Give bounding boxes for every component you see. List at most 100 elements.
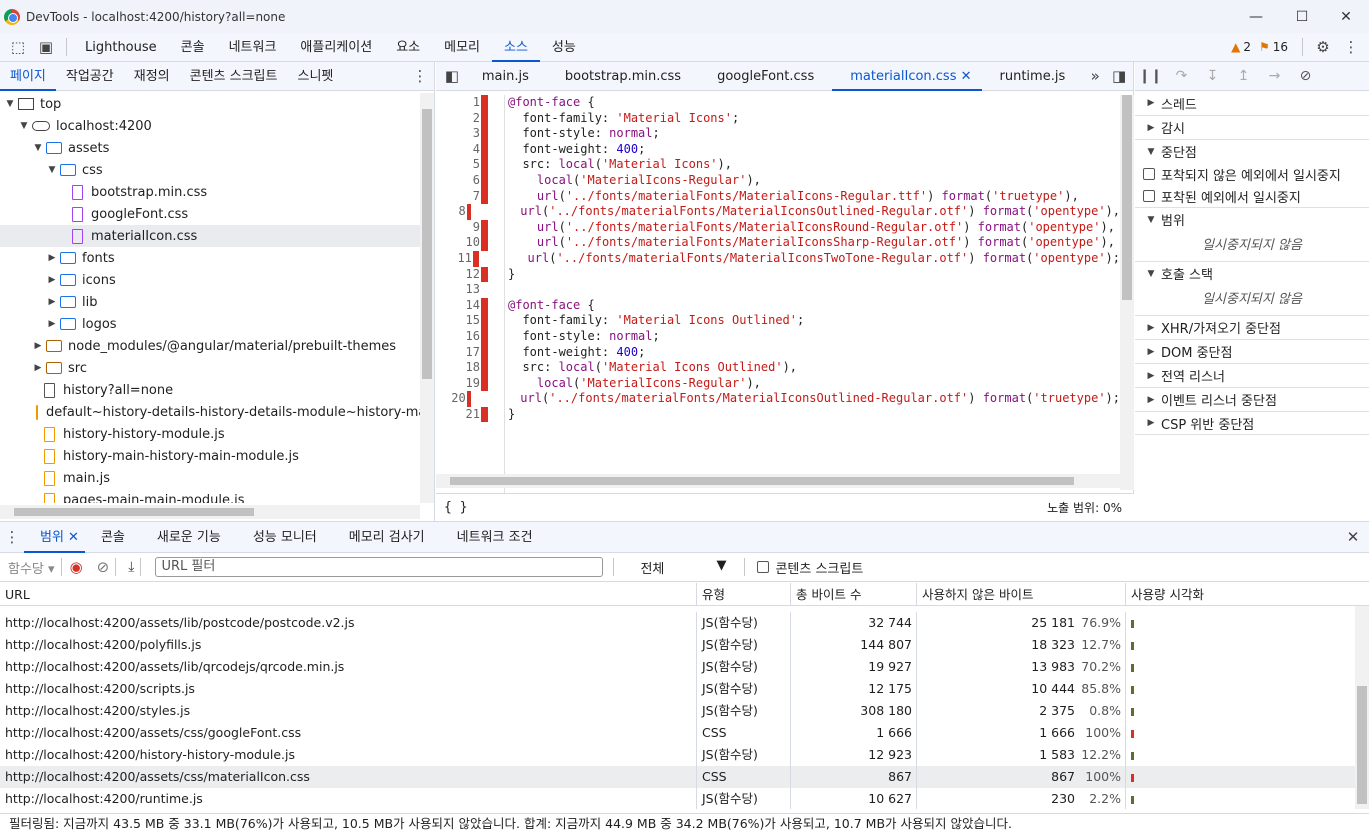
main-tab[interactable]: 애플리케이션 — [288, 33, 384, 62]
vertical-scrollbar[interactable] — [420, 93, 434, 503]
main-tab[interactable]: 요소 — [384, 33, 432, 62]
tree-item[interactable]: main.js — [0, 467, 420, 489]
chevron-down-icon[interactable]: ▼ — [18, 121, 30, 131]
step-icon[interactable]: → — [1259, 68, 1290, 84]
tree-item[interactable]: history?all=none — [0, 379, 420, 401]
tree-item[interactable]: ▼ css — [0, 159, 420, 181]
issues-badge[interactable]: ⚑ 16 — [1259, 40, 1288, 54]
breakpoints-section[interactable]: ▼ 중단점 — [1135, 139, 1369, 163]
dom-breakpoints-section[interactable]: ▶ DOM 중단점 — [1135, 339, 1369, 363]
close-tab-icon[interactable]: ✕ — [64, 530, 79, 545]
more-tabs-icon[interactable]: ⋮ — [406, 62, 434, 90]
tree-item[interactable]: bootstrap.min.css — [0, 181, 420, 203]
tree-item[interactable]: ▶ logos — [0, 313, 420, 335]
csp-breakpoints-section[interactable]: ▶ CSP 위반 중단점 — [1135, 411, 1369, 435]
global-listeners-section[interactable]: ▶ 전역 리스너 — [1135, 363, 1369, 387]
drawer-tab[interactable]: 네트워크 조건 — [441, 522, 549, 553]
tree-item[interactable]: materialIcon.css — [0, 225, 420, 247]
main-tab[interactable]: 메모리 — [432, 33, 492, 62]
editor-vertical-scrollbar[interactable] — [1120, 95, 1134, 490]
tree-item[interactable]: ▼ assets — [0, 137, 420, 159]
navigator-tab[interactable]: 재정의 — [124, 62, 180, 91]
line-number[interactable]: 21 — [436, 407, 480, 423]
type-filter-select[interactable]: 전체 ▼ — [632, 558, 732, 577]
drawer-tab[interactable]: 메모리 검사기 — [333, 522, 441, 553]
line-number[interactable]: 14 — [436, 298, 480, 314]
editor-tab[interactable]: materialIcon.css ✕ — [832, 62, 982, 91]
threads-section[interactable]: ▶ 스레드 — [1135, 91, 1369, 115]
navigator-tab[interactable]: 콘텐츠 스크립트 — [180, 62, 288, 91]
navigator-tab[interactable]: 작업공간 — [56, 62, 124, 91]
table-row[interactable]: http://localhost:4200/history-history-mo… — [0, 744, 1369, 766]
table-row[interactable]: http://localhost:4200/runtime.js JS(함수당) 1… — [0, 788, 1369, 809]
toggle-navigator-icon[interactable]: ◧ — [440, 62, 464, 90]
editor-tab[interactable]: runtime.js — [982, 62, 1084, 91]
chevron-right-icon[interactable]: ▶ — [46, 319, 58, 329]
table-row[interactable]: http://localhost:4200/assets/css/materia… — [0, 766, 1369, 788]
chevron-right-icon[interactable]: ▶ — [32, 341, 44, 351]
table-row[interactable]: http://localhost:4200/styles.js JS(함수당) 30… — [0, 700, 1369, 722]
tree-item[interactable]: history-main-history-main-module.js — [0, 445, 420, 467]
line-number[interactable]: 13 — [436, 282, 480, 298]
line-number[interactable]: 3 — [436, 126, 480, 142]
tree-item[interactable]: pages-main-main-module.js — [0, 489, 420, 503]
editor-tab[interactable]: googleFont.css — [699, 62, 832, 91]
line-number[interactable]: 2 — [436, 111, 480, 127]
line-number[interactable]: 20 — [436, 391, 465, 407]
tree-item[interactable]: ▶ src — [0, 357, 420, 379]
url-filter-input[interactable]: URL 필터 — [155, 557, 604, 577]
chevron-down-icon[interactable]: ▼ — [4, 99, 16, 109]
main-tab[interactable]: 네트워크 — [217, 33, 289, 62]
line-number[interactable]: 12 — [436, 267, 480, 283]
column-header[interactable]: 사용량 시각화 — [1126, 583, 1354, 606]
watch-section[interactable]: ▶ 감시 — [1135, 115, 1369, 139]
drawer-tab[interactable]: 성능 모니터 — [237, 522, 333, 553]
main-tab[interactable]: 콘솔 — [169, 33, 217, 62]
main-tab[interactable]: Lighthouse — [73, 33, 169, 62]
line-number[interactable]: 10 — [436, 235, 480, 251]
line-number[interactable]: 19 — [436, 376, 480, 392]
editor-horizontal-scrollbar[interactable] — [436, 474, 1120, 488]
line-number[interactable]: 5 — [436, 157, 480, 173]
chevron-right-icon[interactable]: ▶ — [46, 275, 58, 285]
call-stack-section[interactable]: ▼ 호출 스택 — [1135, 261, 1369, 285]
line-number[interactable]: 1 — [436, 95, 480, 111]
drawer-tab[interactable]: 새로운 기능 — [141, 522, 237, 553]
table-row[interactable]: http://localhost:4200/assets/lib/qrcodej… — [0, 656, 1369, 678]
line-number[interactable]: 9 — [436, 220, 480, 236]
editor-tab[interactable]: bootstrap.min.css — [547, 62, 699, 91]
warnings-badge[interactable]: ▲ 2 — [1231, 40, 1251, 54]
line-number[interactable]: 18 — [436, 360, 480, 376]
drawer-tab[interactable]: 범위 ✕ — [24, 522, 85, 553]
clear-icon[interactable]: ⊘ — [97, 558, 110, 576]
step-out-icon[interactable]: ↥ — [1228, 68, 1259, 84]
code-view[interactable]: 1 @font-face {2 font-family: 'Material Ic… — [436, 95, 1120, 535]
chevron-down-icon[interactable]: ▼ — [46, 165, 58, 175]
more-editor-tabs-icon[interactable]: » — [1083, 62, 1107, 90]
chevron-right-icon[interactable]: ▶ — [46, 253, 58, 263]
chevron-right-icon[interactable]: ▶ — [46, 297, 58, 307]
navigator-tab[interactable]: 페이지 — [0, 62, 56, 91]
chevron-right-icon[interactable]: ▶ — [32, 363, 44, 373]
line-number[interactable]: 4 — [436, 142, 480, 158]
tree-item[interactable]: ▶ node_modules/@angular/material/prebuilt… — [0, 335, 420, 357]
coverage-status[interactable]: 노출 범위: 0% — [1047, 499, 1122, 516]
toggle-debugger-icon[interactable]: ◨ — [1107, 62, 1131, 90]
table-row[interactable]: http://localhost:4200/assets/css/googleF… — [0, 722, 1369, 744]
tree-item[interactable]: history-history-module.js — [0, 423, 420, 445]
pause-uncaught-checkbox[interactable]: 포착되지 않은 예외에서 일시중지 — [1135, 163, 1369, 185]
xhr-breakpoints-section[interactable]: ▶ XHR/가져오기 중단점 — [1135, 315, 1369, 339]
line-number[interactable]: 16 — [436, 329, 480, 345]
deactivate-breakpoints-icon[interactable]: ⊘ — [1290, 68, 1321, 84]
line-number[interactable]: 7 — [436, 189, 480, 205]
tree-item[interactable]: googleFont.css — [0, 203, 420, 225]
line-number[interactable]: 15 — [436, 313, 480, 329]
pretty-print-icon[interactable]: { } — [444, 500, 467, 515]
tree-item[interactable]: default~history-details-history-details-… — [0, 401, 420, 423]
line-number[interactable]: 8 — [436, 204, 465, 220]
scope-section[interactable]: ▼ 범위 — [1135, 207, 1369, 231]
minimize-button[interactable]: — — [1233, 0, 1279, 33]
event-listener-breakpoints-section[interactable]: ▶ 이벤트 리스너 중단점 — [1135, 387, 1369, 411]
line-number[interactable]: 11 — [436, 251, 471, 267]
editor-tab[interactable]: main.js — [464, 62, 547, 91]
